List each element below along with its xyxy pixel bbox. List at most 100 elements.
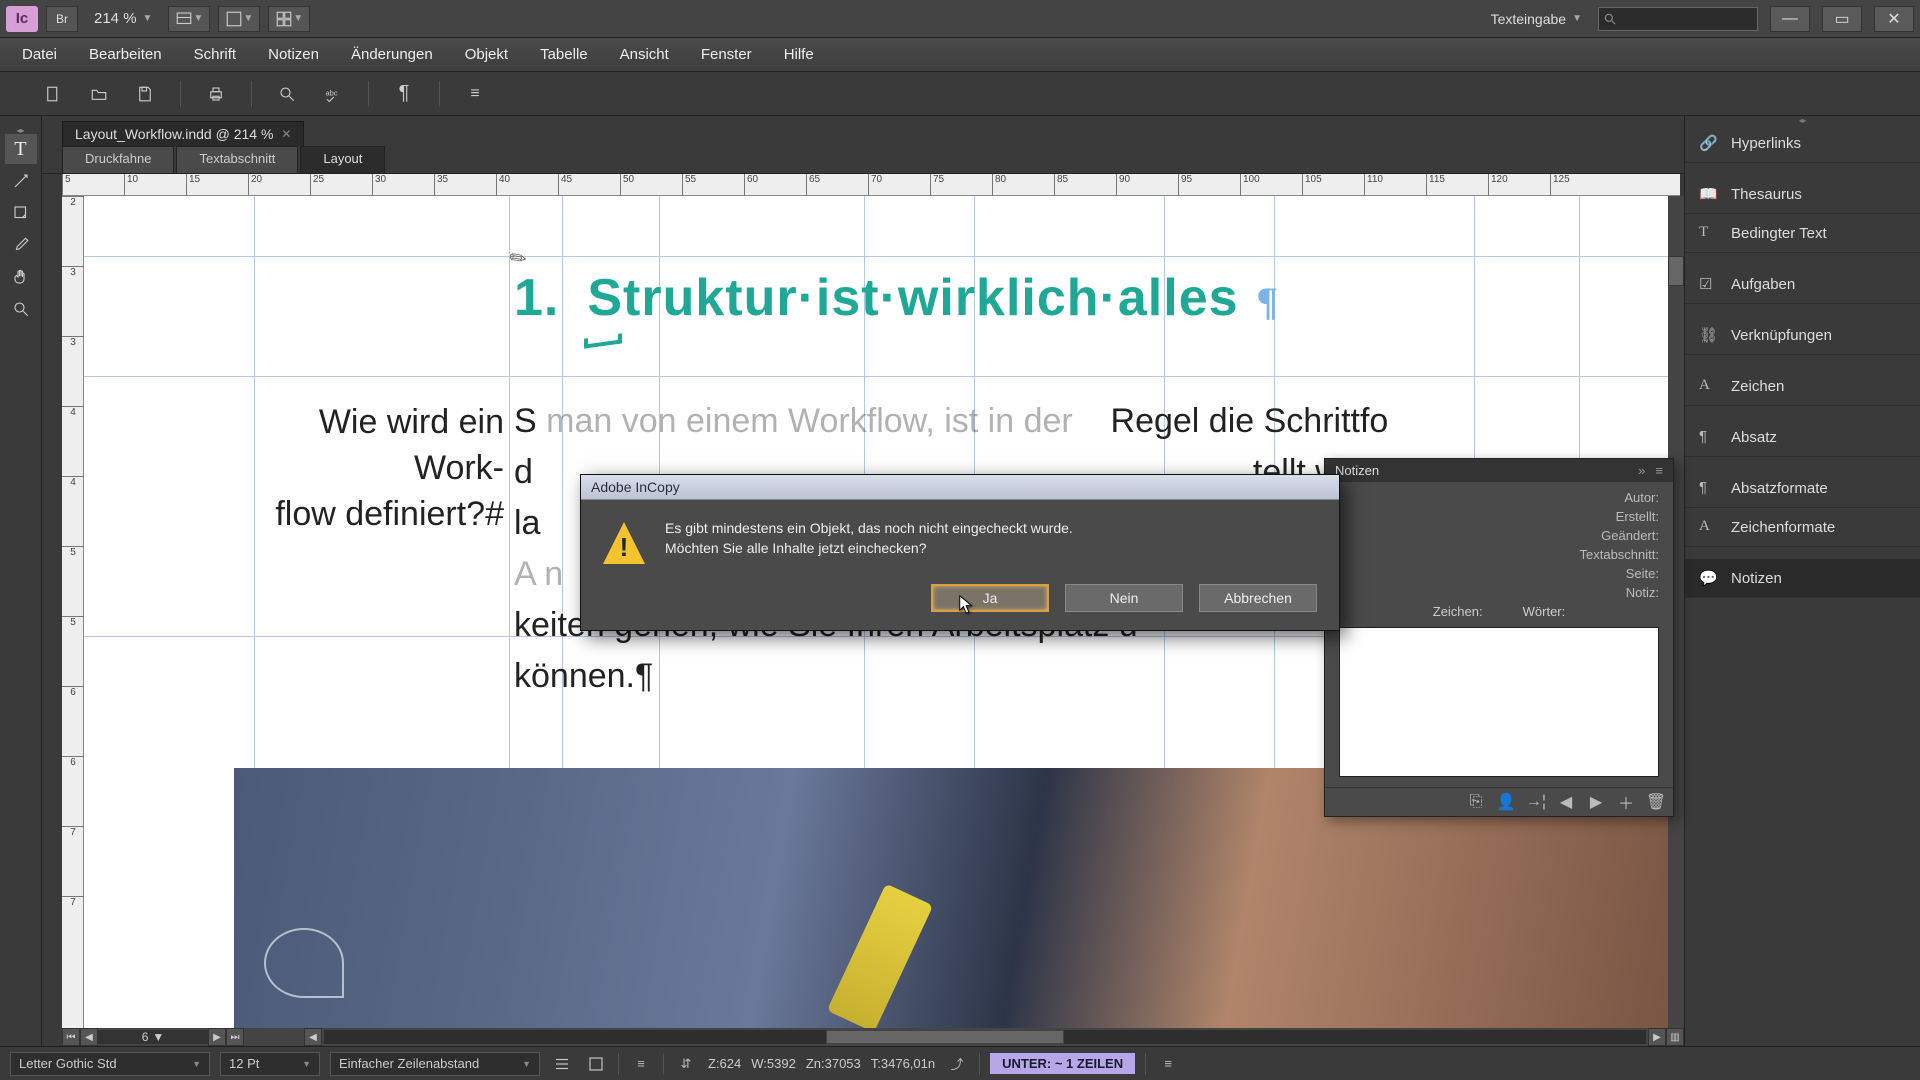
ruler-tick: 35 bbox=[434, 174, 448, 196]
panel-hyperlinks[interactable]: 🔗Hyperlinks bbox=[1685, 124, 1920, 163]
ruler-tick: 3 bbox=[62, 266, 84, 278]
yes-button[interactable]: Ja bbox=[931, 584, 1049, 612]
leading-field[interactable]: Einfacher Zeilenabstand▼ bbox=[330, 1052, 540, 1076]
no-button[interactable]: Nein bbox=[1065, 584, 1183, 612]
menu-notizen[interactable]: Notizen bbox=[254, 42, 333, 67]
hscroll-right[interactable]: ▶ bbox=[1648, 1028, 1666, 1046]
page-field[interactable]: 6▼ bbox=[98, 1030, 208, 1044]
notes-author-label: Autor: bbox=[1624, 490, 1659, 505]
eyedropper-tool[interactable] bbox=[5, 230, 37, 260]
notes-textarea[interactable] bbox=[1339, 627, 1659, 777]
tab-layout[interactable]: Layout bbox=[300, 146, 385, 173]
prev-page-button[interactable]: ◀ bbox=[80, 1028, 98, 1046]
spellcheck-icon[interactable]: abc bbox=[318, 80, 348, 108]
align-icon[interactable]: ≡ bbox=[629, 1053, 653, 1075]
cancel-button[interactable]: Abbrechen bbox=[1199, 584, 1317, 612]
menu-schrift[interactable]: Schrift bbox=[180, 42, 251, 67]
find-icon[interactable] bbox=[272, 80, 302, 108]
panel-thesaurus[interactable]: 📖Thesaurus bbox=[1685, 175, 1920, 214]
notes-panel-tab[interactable]: Notizen »≡ bbox=[1325, 459, 1673, 482]
copyfit-icon[interactable]: ⤴ bbox=[945, 1053, 969, 1075]
prev-note-icon[interactable]: ◀ bbox=[1555, 792, 1577, 812]
collapse-dock-icon[interactable]: ◂▸ bbox=[1685, 116, 1920, 124]
menu-datei[interactable]: Datei bbox=[8, 42, 71, 67]
zoom-tool[interactable] bbox=[5, 294, 37, 324]
hscroll-left[interactable]: ◀ bbox=[304, 1028, 322, 1046]
bridge-button[interactable]: Br bbox=[46, 6, 78, 32]
panel-menu-icon[interactable]: ≡ bbox=[1655, 463, 1663, 478]
panel-notizen[interactable]: 💬Notizen bbox=[1685, 559, 1920, 598]
collapse-icon[interactable]: ◂▸ bbox=[0, 126, 41, 132]
save-icon[interactable] bbox=[130, 80, 160, 108]
next-note-icon[interactable]: ▶ bbox=[1585, 792, 1607, 812]
ruler-tick: 3 bbox=[62, 336, 84, 348]
horizontal-scrollbar[interactable] bbox=[324, 1030, 1646, 1044]
panel-zeichen[interactable]: AZeichen bbox=[1685, 367, 1920, 406]
ruler-tick: 60 bbox=[744, 174, 758, 196]
hand-tool[interactable] bbox=[5, 262, 37, 292]
workspace-switcher[interactable]: Texteingabe ▼ bbox=[1483, 11, 1590, 27]
go-to-anchor-icon[interactable]: →¦ bbox=[1525, 792, 1547, 812]
panel-absatzformate[interactable]: ¶Absatzformate bbox=[1685, 469, 1920, 508]
menu-bearbeiten[interactable]: Bearbeiten bbox=[75, 42, 176, 67]
panel-bedingter-text[interactable]: TBedingter Text bbox=[1685, 214, 1920, 253]
panel-aufgaben[interactable]: ☑Aufgaben bbox=[1685, 265, 1920, 304]
size-field[interactable]: 12 Pt▼ bbox=[220, 1052, 320, 1076]
status-zn: Zn:37053 bbox=[806, 1056, 861, 1071]
menu-aenderungen[interactable]: Änderungen bbox=[337, 42, 447, 67]
menu-fenster[interactable]: Fenster bbox=[687, 42, 766, 67]
panel-zeichenformate[interactable]: AZeichenformate bbox=[1685, 508, 1920, 547]
ruler-tick: 40 bbox=[496, 174, 510, 196]
tab-druckfahne[interactable]: Druckfahne bbox=[62, 146, 174, 173]
notes-panel[interactable]: Notizen »≡ Autor: Erstellt: Geändert: Te… bbox=[1324, 458, 1674, 817]
status-t: T:3476,01n bbox=[871, 1056, 935, 1071]
new-icon[interactable] bbox=[38, 80, 68, 108]
line-count-icon[interactable] bbox=[550, 1053, 574, 1075]
last-page-button[interactable]: ⏭ bbox=[226, 1028, 244, 1046]
menu-icon[interactable]: ≡ bbox=[460, 80, 490, 108]
new-note-icon[interactable]: ⎘ bbox=[1465, 792, 1487, 812]
menu-ansicht[interactable]: Ansicht bbox=[606, 42, 683, 67]
note-tool[interactable] bbox=[5, 198, 37, 228]
pilcrow-icon[interactable]: ¶ bbox=[389, 80, 419, 108]
screen-mode-button[interactable]: ▼ bbox=[218, 6, 260, 32]
maximize-button[interactable]: ▭ bbox=[1822, 6, 1862, 32]
document-tab[interactable]: Layout_Workflow.indd @ 214 % ✕ bbox=[62, 121, 304, 146]
menu-objekt[interactable]: Objekt bbox=[451, 42, 522, 67]
font-field[interactable]: Letter Gothic Std▼ bbox=[10, 1052, 210, 1076]
vertical-ruler[interactable]: 23344556677 bbox=[62, 196, 84, 1028]
view-options-button[interactable]: ▼ bbox=[168, 6, 210, 32]
justify-icon[interactable] bbox=[584, 1053, 608, 1075]
horizontal-ruler[interactable]: 5101520253035404550556065707580859095100… bbox=[62, 174, 1680, 196]
panel-verknuepfungen[interactable]: ⛓Verknüpfungen bbox=[1685, 316, 1920, 355]
collapse-icon[interactable]: » bbox=[1638, 463, 1645, 478]
user-icon[interactable]: 👤 bbox=[1495, 792, 1517, 812]
close-button[interactable]: ✕ bbox=[1874, 6, 1914, 32]
ruler-tick: 120 bbox=[1488, 174, 1508, 196]
delete-note-icon[interactable]: 🗑 bbox=[1645, 792, 1667, 812]
ruler-tick: 7 bbox=[62, 896, 84, 908]
add-note-icon[interactable]: ＋ bbox=[1615, 792, 1637, 812]
menu-tabelle[interactable]: Tabelle bbox=[526, 42, 602, 67]
ruler-tick: 4 bbox=[62, 476, 84, 488]
minimize-button[interactable]: — bbox=[1770, 6, 1810, 32]
split-view-icon[interactable]: ▥ bbox=[1666, 1028, 1684, 1046]
open-icon[interactable] bbox=[84, 80, 114, 108]
type-tool[interactable]: T bbox=[5, 134, 37, 164]
next-page-button[interactable]: ▶ bbox=[208, 1028, 226, 1046]
close-tab-icon[interactable]: ✕ bbox=[281, 127, 291, 141]
more-icon[interactable]: ≡ bbox=[1156, 1053, 1180, 1075]
arrange-button[interactable]: ▼ bbox=[268, 6, 310, 32]
stats-icon[interactable]: ⇵ bbox=[674, 1053, 698, 1075]
menu-hilfe[interactable]: Hilfe bbox=[770, 42, 828, 67]
heading-text: Struktur·ist·wirklich·alles bbox=[587, 269, 1238, 327]
help-search[interactable] bbox=[1598, 7, 1758, 31]
panel-absatz[interactable]: ¶Absatz bbox=[1685, 418, 1920, 457]
first-page-button[interactable]: ⏮ bbox=[62, 1028, 80, 1046]
status-w: W:5392 bbox=[751, 1056, 796, 1071]
ruler-tick: 90 bbox=[1116, 174, 1130, 196]
print-icon[interactable] bbox=[201, 80, 231, 108]
zoom-field[interactable]: 214 % ▼ bbox=[86, 10, 160, 27]
position-tool[interactable] bbox=[5, 166, 37, 196]
tab-textabschnitt[interactable]: Textabschnitt bbox=[176, 146, 298, 173]
